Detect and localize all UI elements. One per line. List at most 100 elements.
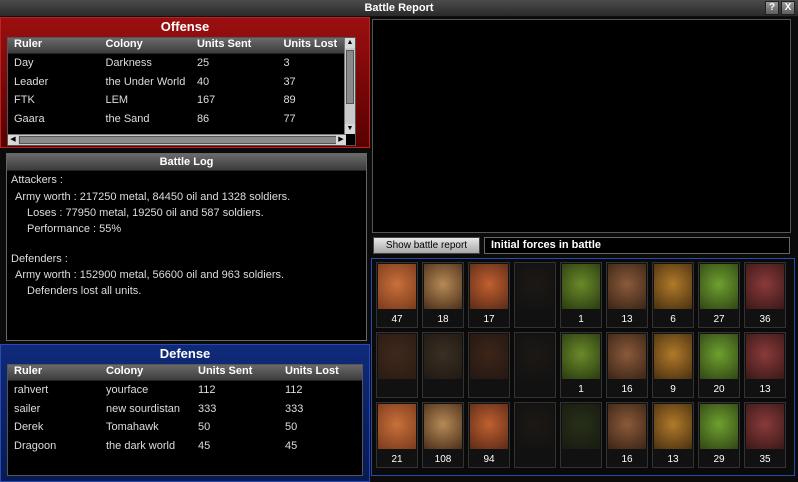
unit-slot[interactable]: 17 [468, 262, 510, 328]
unit-portrait [608, 404, 646, 449]
unit-portrait [746, 264, 784, 309]
unit-slot[interactable] [468, 332, 510, 398]
defense-rows: rahvert yourface 112 112 sailer new sourdista… [8, 381, 362, 455]
unit-slot[interactable]: 1 [560, 332, 602, 398]
unit-portrait [516, 334, 554, 379]
log-line: Army worth : 152900 metal, 56600 oil and… [15, 269, 285, 281]
table-cell: 45 [198, 439, 211, 452]
scroll-right-arrow-icon[interactable]: ▶ [336, 135, 346, 145]
help-button[interactable]: ? [765, 1, 779, 15]
table-cell: 112 [285, 384, 303, 396]
col-ruler[interactable]: Ruler [8, 365, 100, 380]
table-cell: the Under World [105, 75, 186, 88]
unit-slot[interactable]: 29 [698, 402, 740, 468]
unit-portrait [470, 334, 508, 379]
scroll-down-arrow-icon[interactable]: ▼ [345, 124, 355, 134]
col-ruler[interactable]: Ruler [8, 38, 99, 53]
unit-count: 35 [759, 454, 771, 465]
col-colony[interactable]: Colony [99, 38, 190, 53]
scroll-up-arrow-icon[interactable]: ▲ [345, 38, 355, 48]
table-cell: 167 [196, 94, 216, 106]
unit-portrait [516, 404, 554, 449]
unit-slot[interactable]: 13 [606, 262, 648, 328]
unit-slot[interactable]: 20 [698, 332, 740, 398]
table-row[interactable]: Dragoon the dark world 45 45 [8, 437, 362, 456]
col-units-sent[interactable]: Units Sent [192, 365, 279, 380]
unit-slot[interactable]: 16 [606, 332, 648, 398]
unit-slot[interactable]: 36 [744, 262, 786, 328]
table-cell: 86 [196, 112, 210, 125]
left-column: Offense Ruler Colony Units Sent Units Lo… [0, 17, 370, 482]
unit-portrait [746, 404, 784, 449]
table-cell: 45 [285, 439, 298, 452]
unit-portrait [654, 264, 692, 309]
unit-slot[interactable]: 13 [744, 332, 786, 398]
table-cell: the Sand [105, 112, 150, 125]
unit-slot[interactable]: 16 [606, 402, 648, 468]
offense-hscrollbar[interactable]: ◀ ▶ [8, 134, 346, 145]
table-row[interactable]: Day Darkness 25 3 [8, 54, 355, 73]
table-cell: sailer [14, 402, 41, 415]
unit-count: 9 [670, 384, 676, 395]
table-cell: Tomahawk [106, 421, 159, 433]
unit-count: 27 [713, 314, 725, 325]
unit-slot[interactable]: 1 [560, 262, 602, 328]
unit-slot[interactable] [422, 332, 464, 398]
unit-slot[interactable]: 94 [468, 402, 510, 468]
unit-slot[interactable] [560, 402, 602, 468]
defense-title: Defense [159, 346, 211, 361]
table-row[interactable]: rahvert yourface 112 112 [8, 381, 362, 400]
unit-slot[interactable] [376, 332, 418, 398]
offense-vscrollbar[interactable]: ▲ ▼ [344, 38, 355, 134]
show-battle-report-button[interactable]: Show battle report [373, 237, 480, 254]
table-cell: Dragoon [14, 439, 57, 452]
defense-header: Ruler Colony Units Sent Units Lost [8, 365, 362, 381]
title-bar: Battle Report ? X [0, 0, 798, 17]
unit-slot[interactable]: 21 [376, 402, 418, 468]
defense-table: Ruler Colony Units Sent Units Lost rahve… [7, 364, 363, 476]
vscroll-thumb[interactable] [346, 50, 354, 104]
unit-slot[interactable]: 108 [422, 402, 464, 468]
unit-slot[interactable] [514, 402, 556, 468]
offense-header: Ruler Colony Units Sent Units Lost [8, 38, 355, 54]
table-row[interactable]: sailer new sourdistan 333 333 [8, 400, 362, 419]
forces-title: Initial forces in battle [484, 237, 790, 254]
defense-panel: Defense Ruler Colony Units Sent Units Lo… [0, 344, 370, 482]
hscroll-thumb[interactable] [19, 136, 339, 144]
table-row[interactable]: Derek Tomahawk 50 50 [8, 418, 362, 437]
unit-slot[interactable]: 6 [652, 262, 694, 328]
unit-portrait [746, 334, 784, 379]
unit-slot[interactable]: 35 [744, 402, 786, 468]
unit-slot[interactable]: 9 [652, 332, 694, 398]
close-button[interactable]: X [781, 1, 795, 15]
unit-slot[interactable]: 13 [652, 402, 694, 468]
col-units-lost[interactable]: Units Lost [279, 365, 357, 380]
unit-portrait [378, 334, 416, 379]
unit-slot[interactable] [514, 262, 556, 328]
table-row[interactable]: Leader the Under World 40 37 [8, 73, 355, 92]
unit-portrait [608, 334, 646, 379]
col-colony[interactable]: Colony [100, 365, 192, 380]
unit-slot[interactable]: 27 [698, 262, 740, 328]
right-column: Show battle report Initial forces in bat… [370, 17, 798, 482]
table-cell: 50 [198, 421, 211, 433]
unit-slot[interactable] [514, 332, 556, 398]
unit-count: 1 [578, 314, 584, 325]
battle-view [372, 19, 791, 233]
unit-slot[interactable]: 18 [422, 262, 464, 328]
unit-count: 20 [713, 384, 725, 395]
unit-count: 1 [578, 384, 584, 395]
unit-portrait [424, 264, 462, 309]
unit-count: 21 [391, 454, 403, 465]
col-units-sent[interactable]: Units Sent [191, 38, 278, 53]
table-cell: Darkness [105, 57, 152, 69]
table-cell: 333 [198, 402, 217, 415]
window-title: Battle Report [364, 2, 434, 14]
table-row[interactable]: FTK LEM 167 89 [8, 91, 355, 110]
unit-portrait [654, 334, 692, 379]
scroll-left-arrow-icon[interactable]: ◀ [8, 135, 18, 145]
table-row[interactable]: Gaara the Sand 86 77 [8, 110, 355, 129]
table-cell: Derek [14, 421, 44, 433]
offense-rows: Day Darkness 25 3 Leader the Under World 40 37 F… [8, 54, 355, 128]
unit-slot[interactable]: 47 [376, 262, 418, 328]
